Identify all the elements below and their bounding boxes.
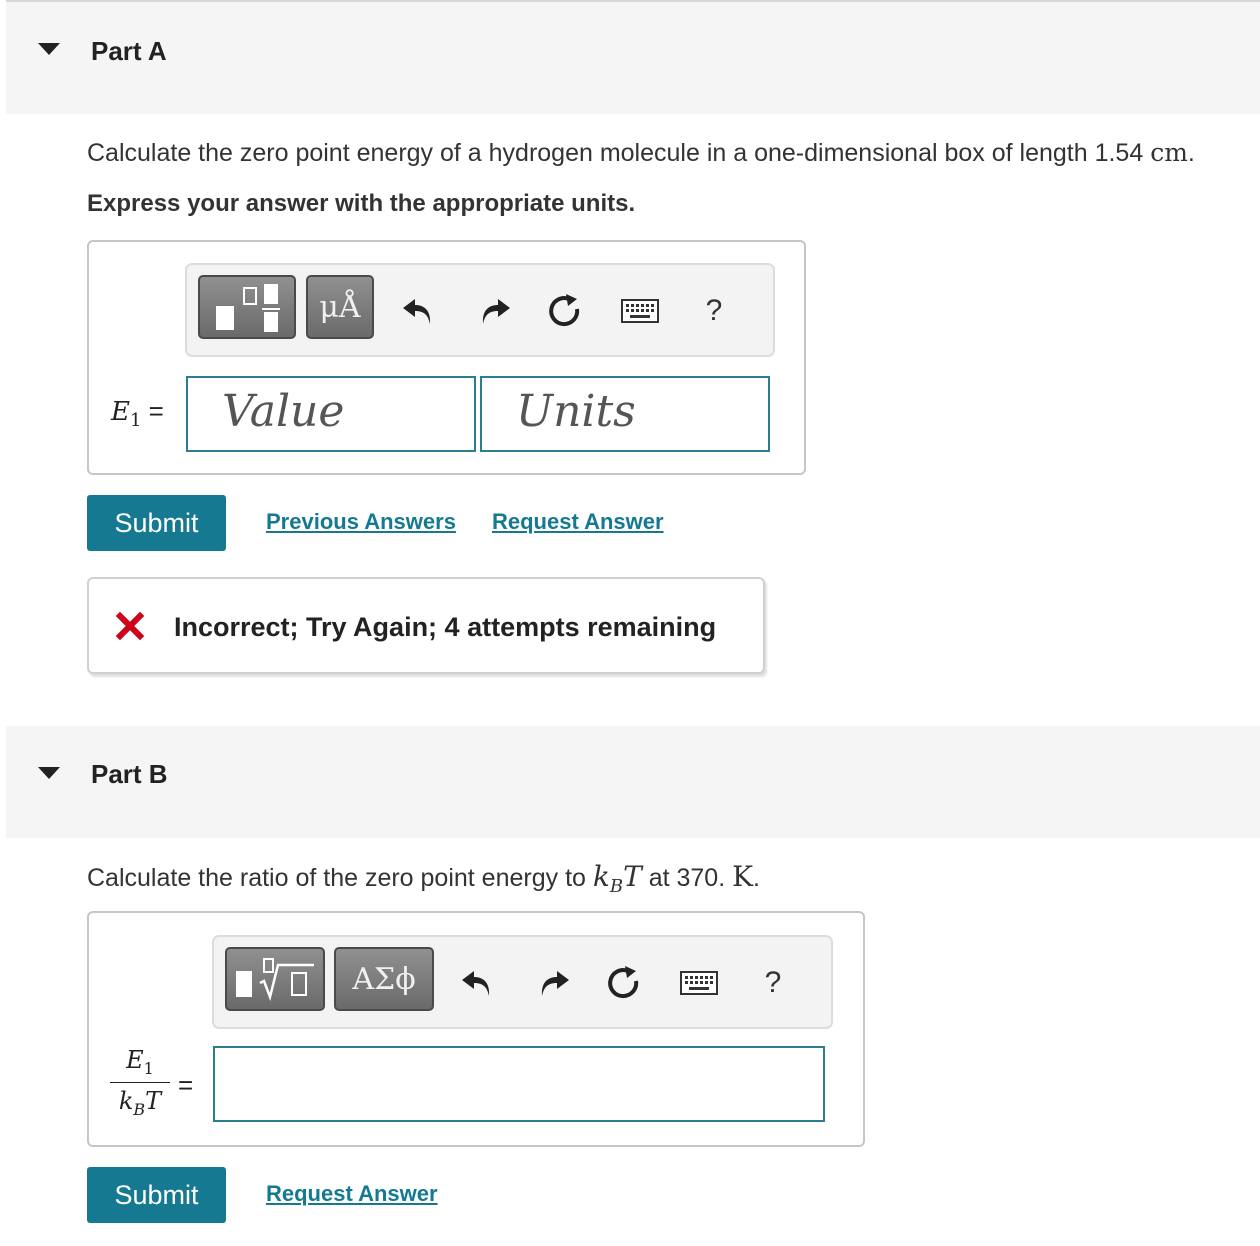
part-a-request-answer-link[interactable]: Request Answer: [492, 509, 664, 535]
reset-icon[interactable]: [545, 293, 585, 329]
error-x-icon: [116, 612, 144, 640]
part-a-instruction: Express your answer with the appropriate…: [87, 190, 636, 217]
part-b-answer-box: ΑΣϕ ?: [87, 911, 865, 1147]
caret-down-icon[interactable]: [38, 767, 60, 779]
e1-label: E1 =: [111, 396, 164, 432]
part-b-header[interactable]: Part B: [6, 726, 1260, 838]
undo-icon[interactable]: [398, 293, 438, 329]
part-a-submit-button[interactable]: Submit: [87, 495, 226, 551]
part-b-submit-button[interactable]: Submit: [87, 1167, 226, 1223]
templates-sqrt-button[interactable]: [225, 947, 325, 1011]
ratio-input[interactable]: [213, 1046, 825, 1122]
feedback-box: Incorrect; Try Again; 4 attempts remaini…: [87, 577, 765, 674]
ratio-equals: =: [178, 1070, 194, 1100]
part-b-request-answer-link[interactable]: Request Answer: [266, 1181, 438, 1207]
part-a-question: Calculate the zero point energy of a hyd…: [87, 138, 1195, 167]
part-a-header[interactable]: Part A: [6, 2, 1260, 114]
reset-icon[interactable]: [604, 965, 644, 1001]
part-b-toolbar: ΑΣϕ ?: [212, 935, 833, 1029]
feedback-text: Incorrect; Try Again; 4 attempts remaini…: [174, 612, 717, 642]
part-a-toolbar: μÅ ?: [185, 263, 775, 357]
value-input[interactable]: Value: [186, 376, 476, 452]
templates-button[interactable]: [198, 275, 296, 339]
units-input[interactable]: Units: [480, 376, 770, 452]
caret-down-icon[interactable]: [38, 43, 60, 55]
previous-answers-link[interactable]: Previous Answers: [266, 509, 456, 535]
ratio-fraction-label: E1 kBT: [110, 1046, 170, 1119]
value-placeholder: Value: [222, 386, 345, 437]
keyboard-icon[interactable]: [620, 293, 660, 329]
part-a-answer-box: μÅ ? E1 = Value Units: [87, 240, 806, 475]
templates-icon: [216, 284, 280, 332]
part-a-title: Part A: [91, 36, 167, 66]
help-icon[interactable]: ?: [753, 965, 793, 1001]
keyboard-icon[interactable]: [679, 965, 719, 1001]
units-placeholder: Units: [516, 386, 636, 437]
units-button[interactable]: μÅ: [306, 275, 374, 339]
greek-symbols-button[interactable]: ΑΣϕ: [334, 947, 434, 1011]
sqrt-template-icon: [236, 958, 314, 1001]
part-b-title: Part B: [91, 759, 168, 789]
undo-icon[interactable]: [457, 965, 497, 1001]
redo-icon[interactable]: [475, 293, 515, 329]
redo-icon[interactable]: [534, 965, 574, 1001]
help-icon[interactable]: ?: [694, 293, 734, 329]
part-b-question: Calculate the ratio of the zero point en…: [87, 860, 760, 897]
